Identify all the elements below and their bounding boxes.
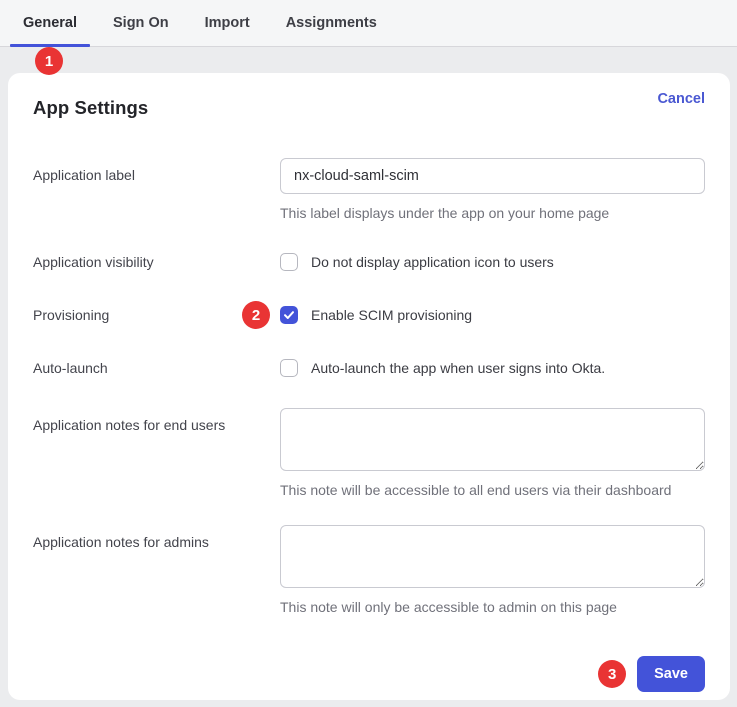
enable-scim-provisioning-checkbox[interactable] (280, 306, 298, 324)
form-row-notes-end-users: Application notes for end users This not… (33, 408, 705, 498)
tab-bar: General Sign On Import Assignments (0, 0, 737, 47)
notes-admins-textarea[interactable] (280, 525, 705, 588)
application-visibility-checkbox[interactable] (280, 253, 298, 271)
application-label-field-label: Application label (33, 158, 280, 221)
cancel-link[interactable]: Cancel (657, 91, 705, 107)
notes-end-users-textarea[interactable] (280, 408, 705, 471)
step-2-badge: 2 (242, 301, 270, 329)
application-label-input[interactable] (280, 158, 705, 194)
check-icon (283, 309, 295, 321)
form-row-notes-admins: Application notes for admins This note w… (33, 525, 705, 615)
step-1-badge: 1 (35, 47, 63, 75)
page-title: App Settings (33, 97, 148, 119)
auto-launch-checkbox-label: Auto-launch the app when user signs into… (311, 360, 605, 376)
tab-sign-on-label: Sign On (113, 15, 169, 31)
application-visibility-checkbox-label: Do not display application icon to users (311, 254, 554, 270)
panel-header: App Settings Cancel (33, 97, 705, 119)
form-row-auto-launch: Auto-launch Auto-launch the app when use… (33, 359, 705, 377)
enable-scim-provisioning-checkbox-label: Enable SCIM provisioning (311, 307, 472, 323)
app-settings-panel: App Settings Cancel Application label Th… (8, 73, 730, 700)
tab-assignments-label: Assignments (286, 15, 377, 31)
application-label-help-text: This label displays under the app on you… (280, 205, 705, 221)
tab-general-label: General (23, 15, 77, 31)
tab-general[interactable]: General (10, 0, 90, 46)
auto-launch-field-label: Auto-launch (33, 360, 280, 376)
tab-assignments[interactable]: Assignments (273, 0, 390, 46)
step-3-badge: 3 (598, 660, 626, 688)
save-button[interactable]: Save (637, 656, 705, 692)
panel-footer: 3 Save (33, 656, 705, 692)
application-visibility-field-label: Application visibility (33, 254, 280, 270)
app-settings-screen: General Sign On Import Assignments 1 App… (0, 0, 737, 707)
form-row-application-label: Application label This label displays un… (33, 158, 705, 221)
form-row-application-visibility: Application visibility Do not display ap… (33, 253, 705, 271)
notes-end-users-field-label: Application notes for end users (33, 408, 280, 498)
tab-sign-on[interactable]: Sign On (100, 0, 182, 46)
notes-admins-field-label: Application notes for admins (33, 525, 280, 615)
notes-admins-help-text: This note will only be accessible to adm… (280, 599, 705, 615)
tab-import-label: Import (205, 15, 250, 31)
notes-end-users-help-text: This note will be accessible to all end … (280, 482, 705, 498)
form-row-provisioning: 2 Provisioning Enable SCIM provisioning (33, 306, 705, 324)
auto-launch-checkbox[interactable] (280, 359, 298, 377)
tab-import[interactable]: Import (192, 0, 263, 46)
